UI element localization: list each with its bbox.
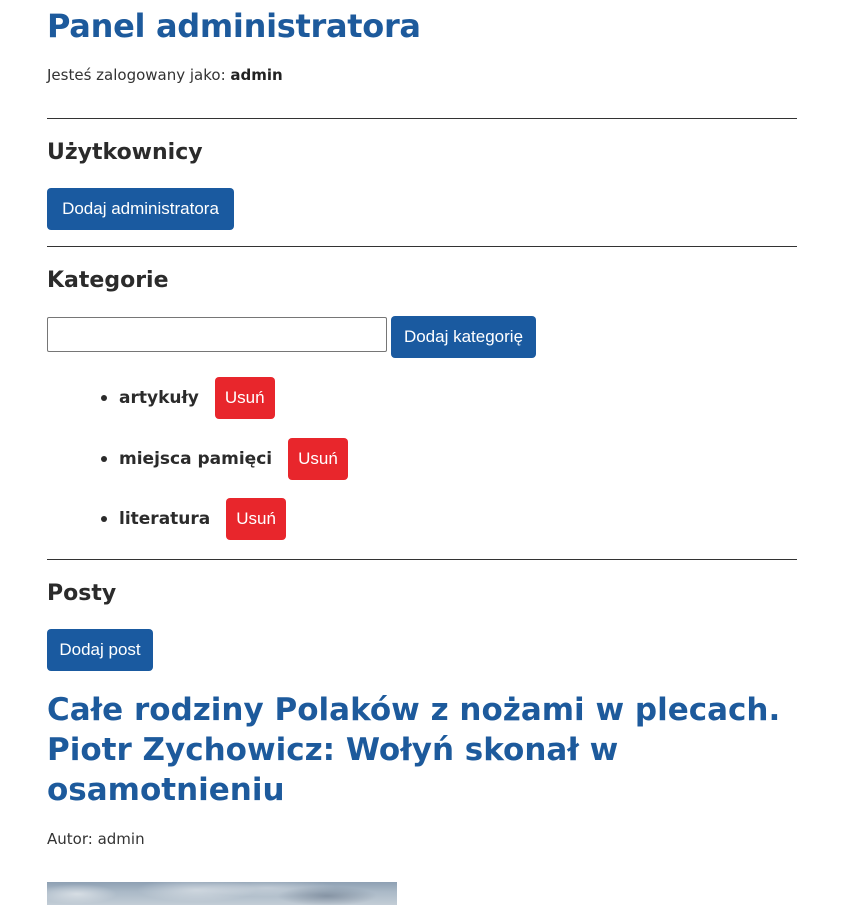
posts-section-title: Posty [47, 581, 117, 606]
divider [47, 246, 797, 247]
category-label: miejsca pamięci [119, 449, 273, 469]
login-prefix: Jesteś zalogowany jako: [47, 66, 226, 84]
add-category-button[interactable]: Dodaj kategorię [391, 316, 536, 358]
add-post-button[interactable]: Dodaj post [47, 629, 153, 671]
login-status: Jesteś zalogowany jako: admin [47, 66, 283, 84]
delete-category-button[interactable]: Usuń [226, 498, 286, 540]
list-item: artykuły Usuń [101, 377, 275, 419]
list-item: miejsca pamięci Usuń [101, 438, 348, 480]
list-item: literatura Usuń [101, 498, 286, 540]
category-label: literatura [119, 509, 211, 529]
users-section-title: Użytkownicy [47, 140, 203, 165]
divider [47, 559, 797, 560]
post-thumbnail-image[interactable] [47, 882, 397, 905]
post-title[interactable]: Całe rodziny Polaków z nożami w plecach.… [47, 690, 797, 810]
category-name-input[interactable] [47, 317, 387, 352]
categories-section-title: Kategorie [47, 268, 169, 293]
author-name: admin [97, 830, 145, 848]
delete-category-button[interactable]: Usuń [214, 377, 275, 419]
divider [47, 118, 797, 119]
bullet-icon [101, 516, 107, 522]
add-admin-button[interactable]: Dodaj administratora [47, 188, 234, 230]
logged-username: admin [230, 66, 283, 84]
bullet-icon [101, 456, 107, 462]
page-title: Panel administratora [47, 7, 421, 45]
author-prefix: Autor: [47, 830, 93, 848]
post-author: Autor: admin [47, 830, 145, 848]
bullet-icon [101, 395, 107, 401]
delete-category-button[interactable]: Usuń [288, 438, 348, 480]
category-label: artykuły [119, 388, 199, 408]
